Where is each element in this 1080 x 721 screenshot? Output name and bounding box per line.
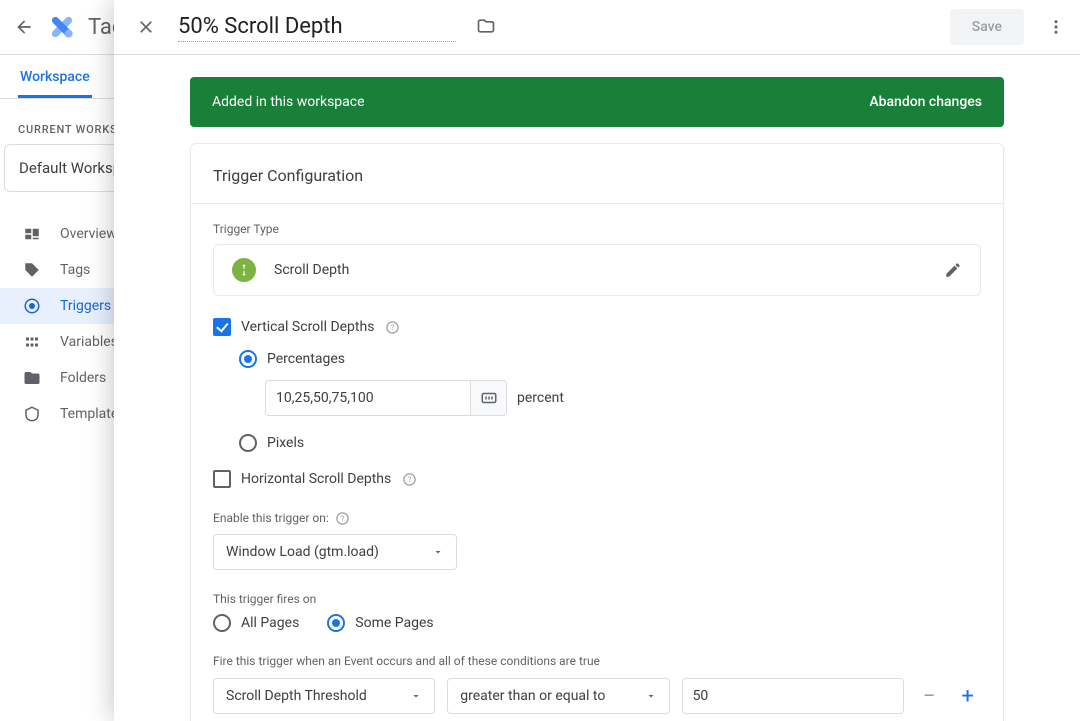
add-condition-button[interactable]: + bbox=[954, 682, 981, 710]
vertical-scroll-label: Vertical Scroll Depths bbox=[241, 319, 374, 335]
condition-operator-select[interactable]: greater than or equal to bbox=[447, 678, 669, 714]
more-menu-icon[interactable] bbox=[1044, 15, 1068, 39]
condition-variable-select[interactable]: Scroll Depth Threshold bbox=[213, 678, 435, 714]
pixels-label: Pixels bbox=[267, 435, 304, 451]
trigger-type-label: Trigger Type bbox=[213, 222, 981, 236]
trigger-config-card: Trigger Configuration Trigger Type Scrol… bbox=[190, 143, 1004, 721]
gtm-logo bbox=[48, 13, 76, 41]
sidebar-item-label: Folders bbox=[60, 370, 106, 386]
trigger-type-name: Scroll Depth bbox=[274, 262, 926, 278]
enable-trigger-value: Window Load (gtm.load) bbox=[226, 544, 379, 560]
svg-text:?: ? bbox=[391, 323, 395, 332]
some-pages-label: Some Pages bbox=[355, 615, 433, 631]
svg-text:?: ? bbox=[341, 514, 345, 523]
workspace-change-banner: Added in this workspace Abandon changes bbox=[190, 77, 1004, 127]
trigger-name-input[interactable] bbox=[178, 12, 456, 42]
condition-value-input[interactable] bbox=[682, 678, 904, 714]
horizontal-scroll-label: Horizontal Scroll Depths bbox=[241, 471, 391, 487]
fires-on-label: This trigger fires on bbox=[213, 592, 981, 606]
enable-trigger-label: Enable this trigger on: bbox=[213, 511, 329, 525]
template-icon bbox=[22, 404, 42, 424]
scroll-depth-icon bbox=[232, 258, 256, 282]
pixels-radio[interactable] bbox=[239, 434, 257, 452]
trigger-editor-panel: Save Added in this workspace Abandon cha… bbox=[114, 0, 1080, 721]
percentages-radio[interactable] bbox=[239, 350, 257, 368]
enable-trigger-select[interactable]: Window Load (gtm.load) bbox=[213, 534, 457, 570]
sidebar-item-label: Tags bbox=[60, 262, 90, 278]
folder-icon[interactable] bbox=[476, 16, 498, 38]
close-icon[interactable] bbox=[126, 7, 166, 47]
banner-message: Added in this workspace bbox=[212, 94, 365, 110]
variable-icon bbox=[22, 332, 42, 352]
variable-picker-icon[interactable] bbox=[471, 380, 507, 416]
svg-text:?: ? bbox=[407, 475, 411, 484]
save-button[interactable]: Save bbox=[950, 9, 1024, 45]
help-icon[interactable]: ? bbox=[401, 471, 417, 487]
help-icon[interactable]: ? bbox=[384, 319, 400, 335]
tab-workspace[interactable]: Workspace bbox=[18, 55, 92, 98]
back-arrow-icon[interactable] bbox=[12, 15, 36, 39]
dashboard-icon bbox=[22, 224, 42, 244]
condition-variable-value: Scroll Depth Threshold bbox=[226, 688, 367, 704]
conditions-label: Fire this trigger when an Event occurs a… bbox=[213, 654, 981, 668]
tag-icon bbox=[22, 260, 42, 280]
condition-operator-value: greater than or equal to bbox=[460, 688, 605, 704]
trigger-type-selector[interactable]: Scroll Depth bbox=[213, 244, 981, 296]
trigger-icon bbox=[22, 296, 42, 316]
percentages-label: Percentages bbox=[267, 351, 345, 367]
sidebar-item-label: Triggers bbox=[60, 298, 111, 314]
sidebar-item-label: Overview bbox=[60, 226, 117, 242]
edit-icon[interactable] bbox=[944, 261, 962, 279]
horizontal-scroll-checkbox[interactable] bbox=[213, 470, 231, 488]
card-title: Trigger Configuration bbox=[191, 166, 1003, 203]
chevron-down-icon bbox=[410, 690, 422, 702]
abandon-changes-link[interactable]: Abandon changes bbox=[869, 94, 982, 110]
percent-unit: percent bbox=[517, 390, 564, 406]
folder-icon bbox=[22, 368, 42, 388]
vertical-scroll-checkbox[interactable] bbox=[213, 318, 231, 336]
all-pages-label: All Pages bbox=[241, 615, 299, 631]
percentages-input[interactable] bbox=[265, 380, 471, 416]
all-pages-radio[interactable] bbox=[213, 614, 231, 632]
sidebar-item-label: Variables bbox=[60, 334, 118, 350]
help-icon[interactable]: ? bbox=[335, 510, 351, 526]
some-pages-radio[interactable] bbox=[327, 614, 345, 632]
chevron-down-icon bbox=[432, 546, 444, 558]
chevron-down-icon bbox=[645, 690, 657, 702]
remove-condition-button[interactable]: − bbox=[916, 682, 943, 710]
